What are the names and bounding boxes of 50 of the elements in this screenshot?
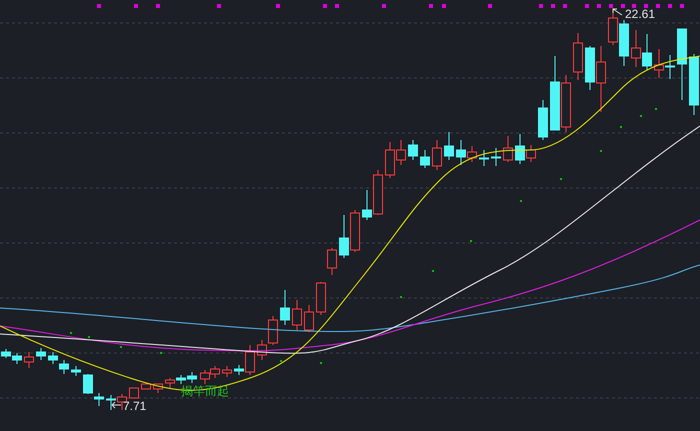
pointer-arrow-icon: [112, 402, 122, 408]
candlestick: [432, 140, 442, 170]
candlestick: [642, 34, 652, 70]
low-price-label: 7.71: [123, 399, 146, 413]
candlestick: [420, 150, 430, 168]
candlestick: [503, 136, 513, 162]
candlestick: [491, 148, 501, 166]
candlestick: [339, 214, 349, 258]
candlestick: [222, 366, 232, 378]
candlestick: [59, 360, 69, 374]
candlestick: [689, 54, 699, 116]
candlestick: [573, 32, 583, 80]
candlestick: [677, 28, 687, 100]
candlestick: [153, 384, 163, 394]
candlestick: [165, 378, 175, 388]
candlestick: [327, 248, 337, 276]
candlestick: [12, 352, 22, 364]
candlestick: [561, 74, 571, 132]
candlestick: [385, 142, 395, 178]
candlestick: [350, 210, 360, 252]
candlestick: [106, 394, 116, 410]
high-price-label: 22.61: [625, 7, 656, 21]
candlestick: [396, 140, 406, 166]
candlestick: [280, 290, 290, 326]
candlestick: [200, 370, 210, 384]
candlestick: [36, 348, 46, 360]
candlestick: [479, 150, 489, 166]
candlestick: [141, 384, 151, 390]
candlestick: [1, 348, 11, 358]
pointer-arrow-icon: [612, 8, 622, 16]
candlestick: [316, 282, 326, 316]
candlestick: [292, 300, 302, 330]
candlestick: [619, 20, 629, 66]
candlestick: [257, 340, 267, 360]
candlestick: [304, 304, 314, 332]
candlestick: [129, 388, 139, 398]
candlestick: [48, 352, 58, 364]
candlestick: [408, 140, 418, 160]
candlestick: [665, 54, 675, 80]
candlestick: [608, 8, 618, 46]
candlestick: [444, 132, 454, 160]
candlestick: [654, 48, 664, 78]
candlestick: [176, 374, 186, 384]
candlestick: [631, 30, 641, 68]
candlestick: [210, 366, 220, 378]
candlestick: [187, 372, 197, 384]
candlestick: [24, 352, 34, 368]
candlestick: [71, 366, 81, 376]
candlestick: [268, 316, 278, 346]
candlestick: [538, 100, 548, 140]
